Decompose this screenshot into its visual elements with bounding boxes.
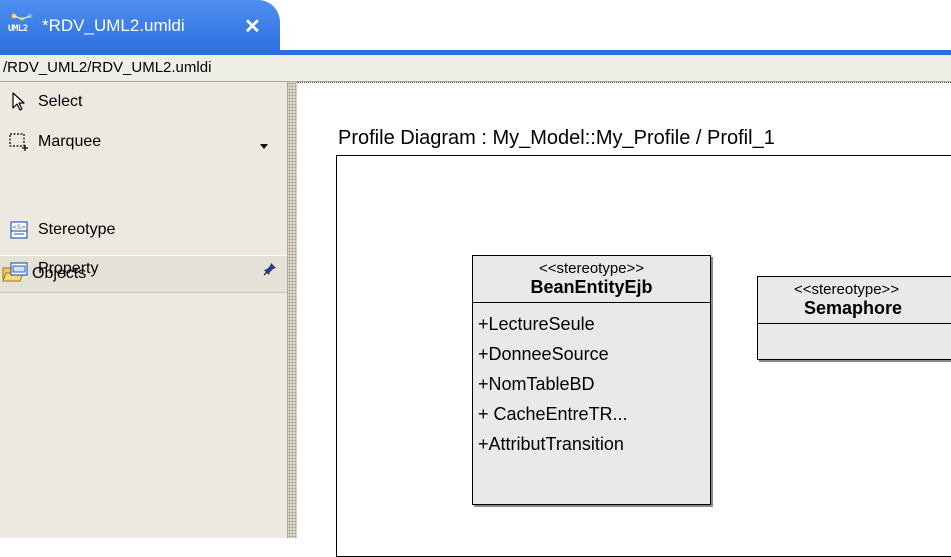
property-tool[interactable]: Property bbox=[8, 254, 284, 284]
editor-tab[interactable]: UML2 *RDV_UML2.umldi ✕ bbox=[0, 0, 280, 55]
stereotype-tool[interactable]: <S> Stereotype bbox=[8, 215, 284, 245]
tool-palette: Select Marquee Objects <S> Stereotype Pr… bbox=[0, 82, 287, 538]
attribute-item[interactable]: + CacheEntreTR... bbox=[473, 399, 710, 429]
close-icon[interactable]: ✕ bbox=[244, 14, 261, 39]
file-path: /RDV_UML2/RDV_UML2.umldi bbox=[3, 59, 212, 76]
stereotype-tool-label: Stereotype bbox=[38, 221, 116, 238]
attribute-item[interactable]: +NomTableBD bbox=[473, 369, 710, 399]
stereotype-icon: <S> bbox=[8, 219, 30, 241]
stereotype-name: Semaphore bbox=[804, 298, 903, 318]
marquee-tool[interactable]: Marquee bbox=[8, 127, 284, 157]
file-path-bar: /RDV_UML2/RDV_UML2.umldi bbox=[0, 55, 951, 82]
stereotype-name: BeanEntityEjb bbox=[530, 277, 653, 297]
stereotype-keyword: <<stereotype>> bbox=[794, 281, 900, 298]
stereotype-beanentityejb[interactable]: <<stereotype>> BeanEntityEjb +LectureSeu… bbox=[472, 255, 711, 505]
uml2-icon-label: UML2 bbox=[8, 24, 28, 34]
chevron-down-icon[interactable] bbox=[260, 138, 268, 152]
arrow-cursor-icon bbox=[8, 91, 30, 113]
editor-tab-bar: UML2 *RDV_UML2.umldi ✕ bbox=[0, 0, 951, 55]
select-tool-label: Select bbox=[38, 93, 83, 110]
marquee-icon bbox=[8, 131, 30, 153]
property-icon bbox=[8, 258, 30, 280]
attribute-item[interactable]: +AttributTransition bbox=[473, 429, 710, 459]
uml2-file-icon: UML2 bbox=[8, 12, 36, 40]
compartment-divider bbox=[473, 302, 710, 303]
attribute-item[interactable]: +DonneeSource bbox=[473, 339, 710, 369]
stereotype-semaphore[interactable]: <<stereotype>> Semaphore bbox=[757, 276, 951, 360]
property-tool-label: Property bbox=[38, 260, 99, 277]
marquee-tool-label: Marquee bbox=[38, 133, 102, 150]
compartment-divider bbox=[758, 323, 951, 324]
select-tool[interactable]: Select bbox=[8, 87, 284, 117]
attribute-item[interactable]: +LectureSeule bbox=[473, 309, 710, 339]
tab-title: *RDV_UML2.umldi bbox=[42, 16, 185, 35]
stereotype-keyword: <<stereotype>> bbox=[538, 260, 645, 277]
svg-text:<S>: <S> bbox=[12, 224, 26, 231]
diagram-title: Profile Diagram : My_Model::My_Profile /… bbox=[338, 127, 775, 149]
